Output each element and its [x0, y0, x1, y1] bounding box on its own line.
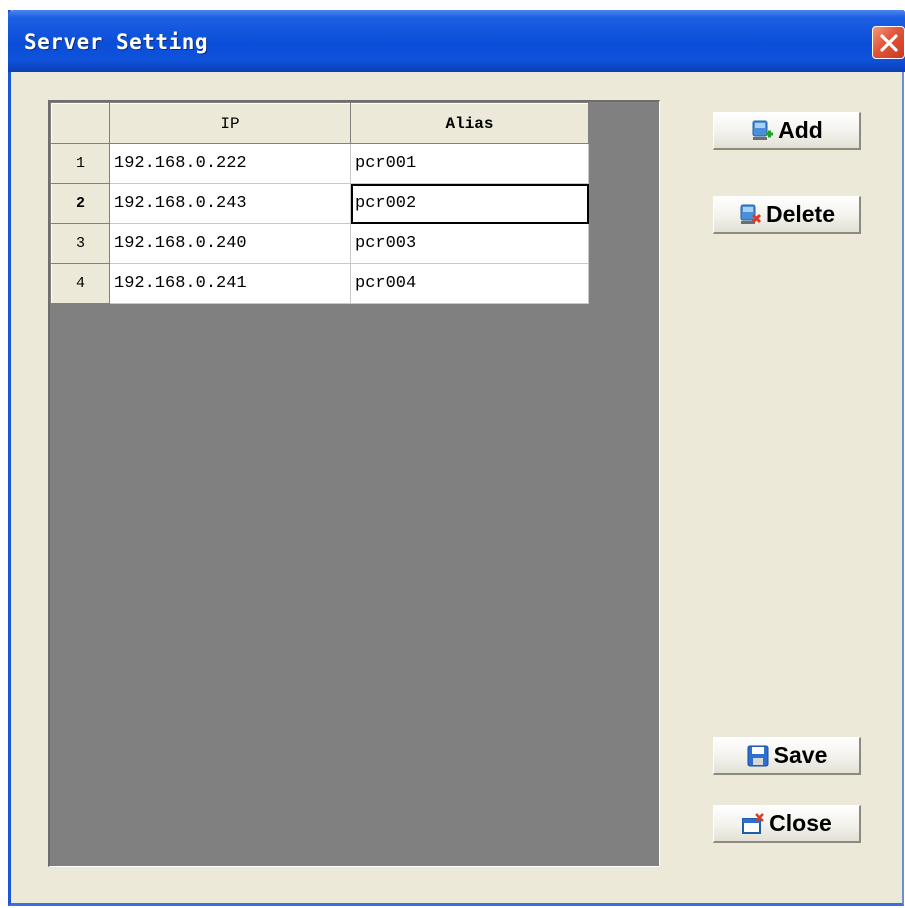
alias-cell[interactable]: pcr004 [350, 263, 589, 304]
table-row[interactable]: 4 192.168.0.241 pcr004 [51, 263, 589, 304]
delete-button[interactable]: Delete [713, 196, 861, 234]
row-number[interactable]: 1 [51, 143, 110, 184]
add-button[interactable]: Add [713, 112, 861, 150]
row-number[interactable]: 2 [51, 183, 110, 224]
corner-cell [51, 103, 110, 144]
save-button-label: Save [773, 742, 828, 768]
server-setting-dialog: Server Setting IP Alias 1 192.168.0.222 … [8, 10, 905, 906]
alias-cell-focused[interactable]: pcr002 [350, 183, 589, 224]
alias-cell[interactable]: pcr003 [350, 223, 589, 264]
alias-cell[interactable]: pcr001 [350, 143, 589, 184]
ip-cell[interactable]: 192.168.0.241 [109, 263, 351, 304]
ip-cell[interactable]: 192.168.0.222 [109, 143, 351, 184]
close-button[interactable]: Close [713, 805, 861, 843]
window-close-icon [742, 812, 765, 834]
server-delete-icon [740, 204, 762, 224]
table-row[interactable]: 1 192.168.0.222 pcr001 [51, 143, 589, 184]
row-number[interactable]: 3 [51, 223, 110, 264]
server-add-icon [752, 120, 774, 140]
table-row[interactable]: 2 192.168.0.243 pcr002 [51, 183, 589, 224]
save-button[interactable]: Save [713, 737, 861, 775]
header-row: IP Alias [51, 103, 589, 144]
column-header-alias[interactable]: Alias [350, 103, 589, 144]
server-grid[interactable]: IP Alias 1 192.168.0.222 pcr001 2 192.16… [48, 100, 660, 867]
delete-button-label: Delete [765, 201, 836, 227]
ip-cell[interactable]: 192.168.0.243 [109, 183, 351, 224]
close-button-label: Close [769, 810, 832, 836]
table-row[interactable]: 3 192.168.0.240 pcr003 [51, 223, 589, 264]
column-header-ip[interactable]: IP [109, 103, 351, 144]
row-number[interactable]: 4 [51, 263, 110, 304]
server-table: IP Alias 1 192.168.0.222 pcr001 2 192.16… [51, 103, 589, 304]
ip-cell[interactable]: 192.168.0.240 [109, 223, 351, 264]
title-close-button[interactable] [872, 26, 905, 59]
window-title: Server Setting [24, 30, 209, 54]
floppy-disk-icon [747, 745, 769, 766]
close-icon [879, 33, 898, 52]
title-bar[interactable]: Server Setting [8, 10, 905, 72]
add-button-label: Add [778, 117, 823, 143]
